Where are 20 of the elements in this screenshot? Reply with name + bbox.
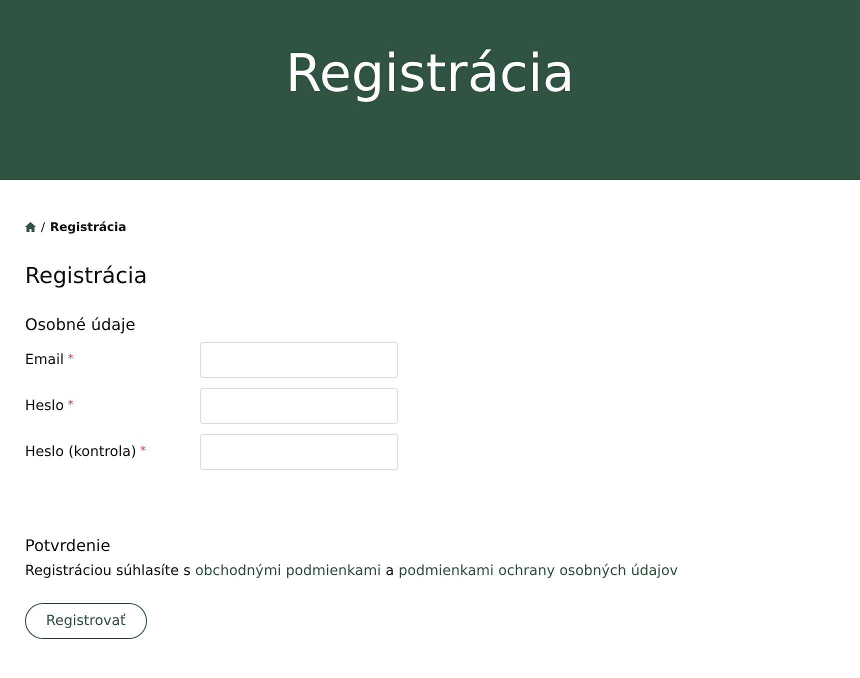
required-mark: *	[140, 444, 146, 457]
terms-link[interactable]: obchodnými podmienkami	[195, 563, 382, 579]
section-title: Osobné údaje	[25, 315, 136, 334]
field-label: Email	[25, 352, 64, 368]
breadcrumb-separator: /	[41, 220, 46, 234]
required-mark: *	[68, 352, 74, 365]
field-label: Heslo	[25, 398, 64, 414]
breadcrumb-current: Registrácia	[50, 220, 126, 234]
field-label: Heslo (kontrola)	[25, 444, 136, 460]
register-button[interactable]: Registrovať	[25, 603, 147, 639]
input-field[interactable]	[200, 434, 398, 470]
required-mark: *	[68, 398, 74, 411]
input-field[interactable]	[200, 388, 398, 424]
banner-title: Registrácia	[286, 44, 574, 104]
home-icon[interactable]	[25, 222, 36, 232]
terms-link[interactable]: podmienkami ochrany osobných údajov	[398, 563, 678, 579]
input-field[interactable]	[200, 342, 398, 378]
section-title: Potvrdenie	[25, 536, 112, 555]
consent-text: Registráciou súhlasíte s obchodnými podmienkami a podmienkami ochrany osobných údajov	[25, 563, 679, 579]
page-title: Registrácia	[25, 264, 148, 289]
